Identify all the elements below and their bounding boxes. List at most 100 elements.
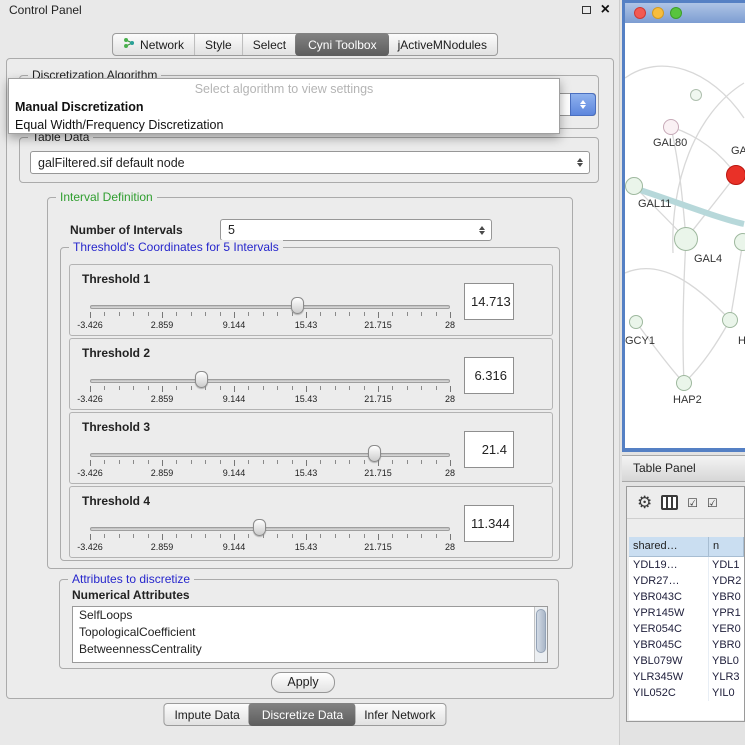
network-view-window[interactable]: GAL80GAL11GAGAL4GCY1HHAP2 bbox=[622, 0, 745, 452]
list-item-selfloops[interactable]: SelfLoops bbox=[73, 607, 547, 624]
node-label: HAP2 bbox=[673, 394, 702, 406]
network-node-ga[interactable] bbox=[726, 165, 745, 185]
network-node-gal11[interactable] bbox=[625, 177, 643, 195]
threshold-value-field[interactable]: 11.344 bbox=[464, 505, 514, 542]
node-label: GAL4 bbox=[694, 253, 722, 265]
table-cell: YBL0 bbox=[709, 653, 744, 669]
network-node[interactable] bbox=[690, 89, 702, 101]
table-cell: YDL1 bbox=[709, 557, 744, 573]
scale-label: 15.43 bbox=[295, 542, 318, 552]
tab-select[interactable]: Select bbox=[242, 34, 296, 55]
slider-track bbox=[90, 453, 450, 457]
tab-infer-network[interactable]: Infer Network bbox=[354, 704, 445, 725]
combo-stepper-icon[interactable] bbox=[570, 93, 596, 116]
numerical-attributes-list[interactable]: SelfLoopsTopologicalCoefficientBetweenne… bbox=[72, 606, 548, 663]
list-item-topologicalcoefficient[interactable]: TopologicalCoefficient bbox=[73, 624, 547, 641]
threshold-slider[interactable]: -3.4262.8599.14415.4321.71528 bbox=[90, 265, 450, 337]
column-header-1[interactable]: shared… bbox=[629, 537, 709, 557]
checkbox-icon[interactable]: ☑ bbox=[707, 497, 718, 509]
bottom-tab-bar: Impute DataDiscretize DataInfer Network bbox=[163, 703, 446, 726]
table-cell: YLR3 bbox=[709, 669, 744, 685]
scale-label: 28 bbox=[445, 394, 455, 404]
interval-definition-group: Interval Definition Number of Intervals … bbox=[47, 197, 573, 569]
network-node[interactable] bbox=[734, 233, 745, 251]
node-label: GCY1 bbox=[625, 335, 655, 347]
slider-track bbox=[90, 305, 450, 309]
column-header-2[interactable]: n bbox=[709, 537, 744, 557]
network-node-h[interactable] bbox=[722, 312, 738, 328]
table-cell: YLR345W bbox=[629, 669, 709, 685]
network-node-gal80[interactable] bbox=[663, 119, 679, 135]
threshold-value-field[interactable]: 21.4 bbox=[464, 431, 514, 468]
dropdown-option-manual-discretization[interactable]: Manual Discretization bbox=[9, 98, 559, 116]
scale-label: 2.859 bbox=[151, 320, 174, 330]
table-cell: YBR0 bbox=[709, 637, 744, 653]
scale-label: 15.43 bbox=[295, 320, 318, 330]
checkbox-icon[interactable]: ☑ bbox=[687, 497, 698, 509]
scale-label: 9.144 bbox=[223, 542, 246, 552]
combo-stepper-icon[interactable] bbox=[573, 158, 587, 167]
attributes-group: Attributes to discretize Numerical Attri… bbox=[59, 579, 559, 669]
network-node-gcy1[interactable] bbox=[629, 315, 643, 329]
threshold-panel-4: Threshold 4-3.4262.8599.14415.4321.71528… bbox=[69, 486, 553, 558]
network-window-titlebar[interactable] bbox=[625, 3, 745, 23]
control-panel-titlebar: Control Panel × bbox=[0, 0, 619, 20]
table-cell: YDR27… bbox=[629, 573, 709, 589]
table-row[interactable]: YER054CYER0 bbox=[629, 621, 744, 637]
dropdown-option-equal-width-frequency-discretization[interactable]: Equal Width/Frequency Discretization bbox=[9, 116, 559, 134]
node-table: shared…n YDL19…YDL1YDR27…YDR2YBR043CYBR0… bbox=[629, 537, 744, 720]
slider-track bbox=[90, 527, 450, 531]
gear-icon[interactable]: ⚙ bbox=[637, 494, 652, 511]
algorithm-dropdown-list: Select algorithm to view settingsManual … bbox=[8, 78, 560, 134]
scale-label: 21.715 bbox=[364, 394, 392, 404]
scale-label: 28 bbox=[445, 468, 455, 478]
tab-label: Select bbox=[253, 38, 286, 52]
num-intervals-combo[interactable]: 5 bbox=[220, 219, 492, 241]
minimize-traffic-light-icon[interactable] bbox=[652, 7, 664, 19]
network-node-gal4[interactable] bbox=[674, 227, 698, 251]
table-cell: YBR043C bbox=[629, 589, 709, 605]
num-intervals-label: Number of Intervals bbox=[70, 223, 183, 237]
scale-label: 21.715 bbox=[364, 468, 392, 478]
table-header-row: shared…n bbox=[629, 537, 744, 557]
slider-scale-labels: -3.4262.8599.14415.4321.71528 bbox=[90, 542, 450, 553]
close-icon[interactable]: × bbox=[601, 2, 610, 18]
threshold-value-field[interactable]: 14.713 bbox=[464, 283, 514, 320]
table-row[interactable]: YBR043CYBR0 bbox=[629, 589, 744, 605]
list-item-betweennesscentrality[interactable]: BetweennessCentrality bbox=[73, 641, 547, 658]
scrollbar-thumb[interactable] bbox=[536, 609, 546, 653]
tab-jactivemnodules[interactable]: jActiveMNodules bbox=[388, 34, 497, 55]
tab-cyni-toolbox[interactable]: Cyni Toolbox bbox=[295, 33, 388, 56]
table-row[interactable]: YPR145WYPR1 bbox=[629, 605, 744, 621]
tab-impute-data[interactable]: Impute Data bbox=[164, 704, 249, 725]
tab-network[interactable]: Network bbox=[113, 34, 194, 55]
combo-stepper-icon[interactable] bbox=[475, 226, 489, 235]
group-title: Attributes to discretize bbox=[68, 572, 194, 586]
threshold-slider[interactable]: -3.4262.8599.14415.4321.71528 bbox=[90, 487, 450, 559]
threshold-slider[interactable]: -3.4262.8599.14415.4321.71528 bbox=[90, 339, 450, 411]
network-canvas[interactable]: GAL80GAL11GAGAL4GCY1HHAP2 bbox=[625, 23, 745, 448]
zoom-traffic-light-icon[interactable] bbox=[670, 7, 682, 19]
slider-track bbox=[90, 379, 450, 383]
table-row[interactable]: YIL052CYIL0 bbox=[629, 685, 744, 701]
group-title: Threshold's Coordinates for 5 Intervals bbox=[69, 240, 283, 254]
table-row[interactable]: YDL19…YDL1 bbox=[629, 557, 744, 573]
table-data-group: Table Data galFiltered.sif default node bbox=[19, 137, 599, 183]
apply-button[interactable]: Apply bbox=[271, 672, 335, 693]
table-row[interactable]: YBL079WYBL0 bbox=[629, 653, 744, 669]
table-row[interactable]: YDR27…YDR2 bbox=[629, 573, 744, 589]
table-row[interactable]: YLR345WYLR3 bbox=[629, 669, 744, 685]
threshold-slider[interactable]: -3.4262.8599.14415.4321.71528 bbox=[90, 413, 450, 485]
scale-label: 21.715 bbox=[364, 542, 392, 552]
tab-discretize-data[interactable]: Discretize Data bbox=[249, 703, 355, 726]
threshold-value-field[interactable]: 6.316 bbox=[464, 357, 514, 394]
table-row[interactable]: YBR045CYBR0 bbox=[629, 637, 744, 653]
table-data-combo[interactable]: galFiltered.sif default node bbox=[30, 151, 590, 174]
table-cell: YBR045C bbox=[629, 637, 709, 653]
network-node-hap2[interactable] bbox=[676, 375, 692, 391]
columns-icon[interactable] bbox=[661, 495, 678, 510]
tab-style[interactable]: Style bbox=[194, 34, 242, 55]
float-window-icon[interactable] bbox=[582, 6, 591, 14]
close-traffic-light-icon[interactable] bbox=[634, 7, 646, 19]
list-scrollbar[interactable] bbox=[534, 607, 547, 662]
